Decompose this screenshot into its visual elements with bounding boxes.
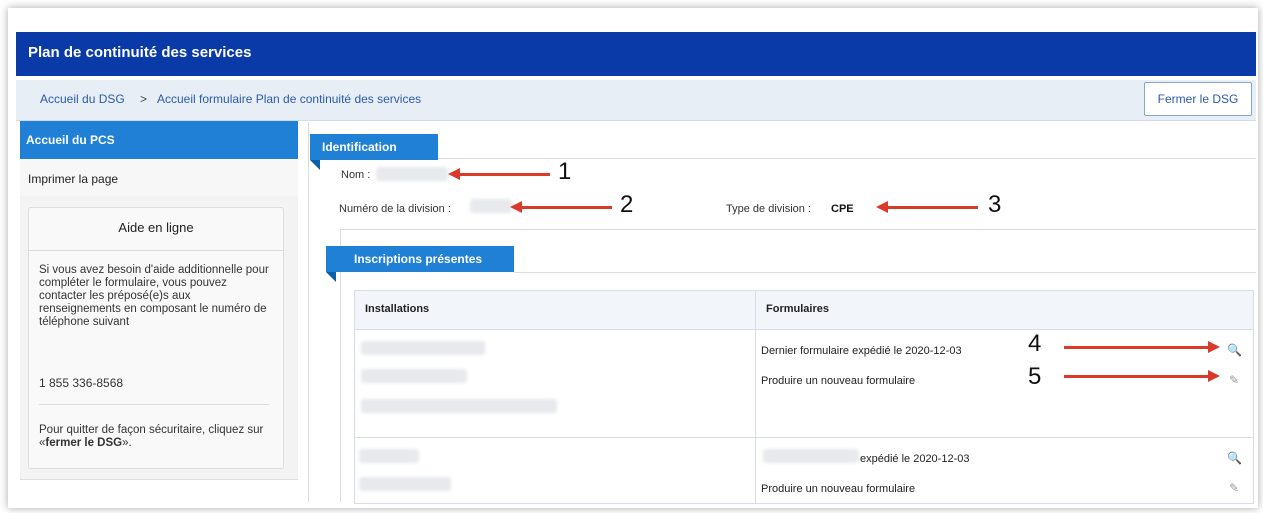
help-quit-text: Pour quitter de façon sécuritaire, cliqu… [39,424,273,450]
installation-redacted [361,399,557,413]
annotation-arrow [448,168,550,180]
identification-tab-label: Identification [322,140,397,154]
sidebar-item-label: Imprimer la page [28,172,119,186]
form-redacted [763,449,859,463]
installation-redacted [361,369,467,383]
inscriptions-tab-label: Inscriptions présentes [354,252,483,266]
breadcrumb: Accueil du DSG > Accueil formulaire Plan… [16,80,1256,121]
help-quit-link: fermer le DSG [45,437,123,449]
annotation-number-3: 3 [988,191,1002,218]
divider [340,272,341,502]
new-form-text[interactable]: Produire un nouveau formulaire [761,375,915,387]
column-header-label: Formulaires [766,303,829,315]
breadcrumb-separator: > [140,92,148,106]
help-box: Aide en ligne Si vous avez besoin d'aide… [28,207,284,469]
division-number-label: Numéro de la division : [339,203,451,215]
annotation-number-5: 5 [1028,363,1042,390]
inscriptions-table: Installations Formulaires Dernier formul… [354,290,1254,504]
annotation-number-4: 4 [1028,330,1042,357]
last-form-text: Dernier formulaire expédié le 2020-12-03 [761,345,962,357]
identification-tab: Identification [310,134,438,160]
annotation-arrow [510,201,612,213]
division-type-value: CPE [831,203,854,215]
new-form-text[interactable]: Produire un nouveau formulaire [761,483,915,495]
help-text: Si vous avez besoin d'aide additionnelle… [39,264,269,328]
tab-fold [310,160,320,170]
name-value-redacted [376,167,448,181]
divider [39,404,269,405]
breadcrumb-home-link[interactable]: Accueil du DSG [40,92,125,106]
installation-redacted [359,477,451,491]
pencil-icon[interactable]: ✎ [1227,481,1241,495]
app-title-bar: Plan de continuité des services [16,32,1256,76]
sidebar-item-print[interactable]: Imprimer la page [20,160,298,197]
column-divider [755,291,756,503]
pencil-icon[interactable]: ✎ [1227,373,1241,387]
divider [340,229,1256,230]
help-quit-suffix: ». [122,437,132,449]
column-header-installations: Installations [355,291,755,330]
installation-redacted [361,341,485,355]
row-divider [355,437,1253,438]
installation-redacted [359,449,419,463]
document-view-icon[interactable]: 🔍 [1227,451,1242,465]
last-form-text: expédié le 2020-12-03 [860,453,970,465]
divider [340,229,341,247]
annotation-arrow [876,201,978,213]
divider [29,250,283,251]
tab-fold [326,272,336,282]
annotation-number-1: 1 [558,158,572,185]
divider [514,272,1256,273]
close-dsg-button[interactable]: Fermer le DSG [1144,82,1252,116]
division-type-label: Type de division : [726,203,811,215]
app-title: Plan de continuité des services [28,44,252,61]
sidebar-item-label: Accueil du PCS [26,133,115,147]
annotation-arrow [1064,341,1220,353]
annotation-number-2: 2 [620,191,634,218]
division-number-redacted [470,199,512,213]
column-header-formulaires: Formulaires [756,291,1253,330]
column-header-label: Installations [365,303,430,315]
annotation-arrow [1064,370,1220,382]
inscriptions-tab: Inscriptions présentes [326,246,514,272]
document-view-icon[interactable]: 🔍 [1227,343,1242,357]
sidebar-item-accueil-pcs[interactable]: Accueil du PCS [20,121,298,159]
breadcrumb-current[interactable]: Accueil formulaire Plan de continuité de… [157,92,421,106]
help-title: Aide en ligne [118,220,194,235]
name-label: Nom : [341,169,371,181]
help-phone: 1 855 336-8568 [39,376,124,390]
